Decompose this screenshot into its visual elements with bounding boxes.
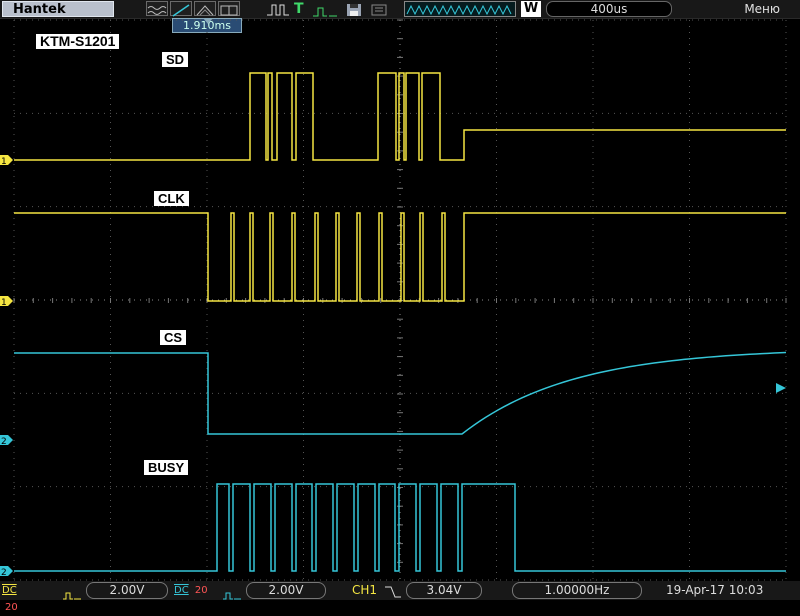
channel-marker-number: 2 [1,437,7,447]
waveform-traces: 1 1 2 2 [0,18,787,578]
save-icon[interactable] [346,2,362,16]
acquisition-mode-button[interactable]: W [521,1,541,17]
run-stop-icon[interactable] [312,3,338,17]
ch1-bandwidth-label: 20 [5,602,18,613]
usb-icon [370,2,390,16]
date-time: 19-Apr-17 10:03 [666,583,764,597]
ch1-volts-div[interactable]: 2.00V [86,582,168,599]
trigger-level[interactable]: 3.04V [406,582,482,599]
wave-display-icon[interactable] [146,1,168,16]
ch2-probe-icon [222,586,242,600]
ch1-coupling[interactable]: DC 20 [2,582,32,613]
channel-marker-number: 1 [1,157,7,167]
trace-busy [14,483,786,572]
menu-button[interactable]: Меню [744,2,780,16]
memory-overview-icon[interactable] [404,1,516,17]
channel-marker-number: 1 [1,298,7,308]
trace-cs [14,351,787,435]
waveform-display: 1 1 2 2 [0,18,787,581]
ch1-probe-icon [62,586,82,600]
channel-label-clk: CLK [154,191,189,206]
screen-title: KTM-S1201 [36,34,120,49]
trigger-mode-indicator: T [294,1,304,17]
ch2-bandwidth-label: 20 [194,585,208,596]
trigger-falling-edge-icon[interactable] [384,584,402,598]
brand-logo: Hantek [2,1,114,17]
trigger-source[interactable]: CH1 [352,582,377,599]
top-toolbar: Hantek T W 400us Меню [0,0,800,19]
ch2-coupling[interactable]: DC 20 [174,582,218,599]
vector-mode-icon[interactable] [170,1,192,17]
trigger-edge-icon[interactable] [266,2,290,16]
persist-display-icon[interactable] [194,1,216,16]
trigger-time-marker [203,18,213,24]
ch1-coupling-label: DC [2,585,17,596]
channel-label-sd: SD [162,52,189,67]
channel-label-busy: BUSY [144,460,189,475]
graticule [13,19,787,581]
channel-label-cs: CS [160,330,187,345]
channel-marker-number: 2 [1,568,7,578]
timebase-display[interactable]: 400us [546,1,672,17]
ch2-volts-div[interactable]: 2.00V [246,582,326,599]
frequency-counter: 1.00000Hz [512,582,642,599]
grid-icon[interactable] [218,1,240,16]
trigger-level-marker [776,383,786,393]
ch2-coupling-label: DC [174,585,189,596]
